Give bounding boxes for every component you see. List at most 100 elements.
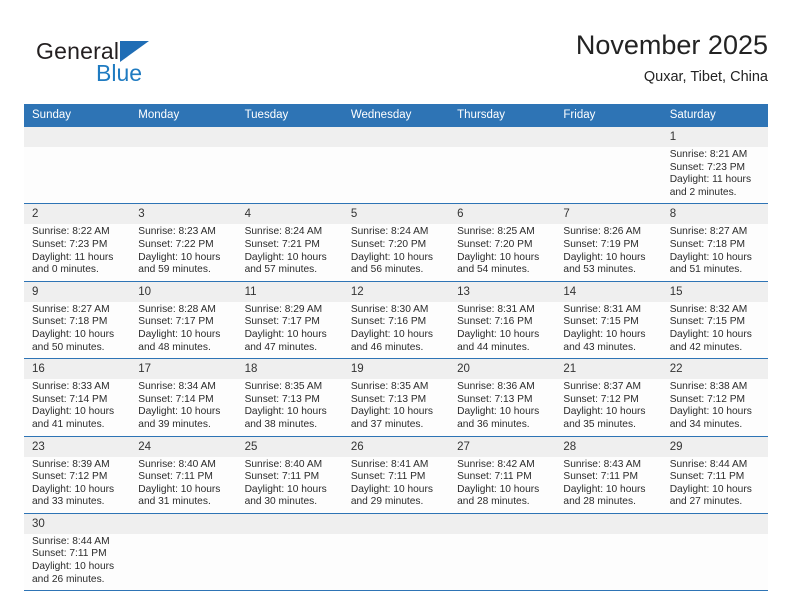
sunset-text: Sunset: 7:18 PM: [32, 316, 108, 328]
calendar-cell-inner: 24 Sunrise: 8:40 AM Sunset: 7:11 PM Dayligh…: [130, 436, 237, 513]
calendar-cell-inner: [449, 127, 556, 203]
calendar-day-cell[interactable]: 11 Sunrise: 8:29 AM Sunset: 7:17 PM Dayligh…: [236, 281, 343, 360]
logo-text-blue: Blue: [96, 60, 143, 86]
sunset-text: Sunset: 7:17 PM: [138, 316, 214, 328]
sunrise-text: Sunrise: 8:34 AM: [138, 381, 216, 393]
calendar-day-cell[interactable]: 19 Sunrise: 8:35 AM Sunset: 7:13 PM Dayligh…: [342, 358, 450, 437]
daylight-text-line2: and 44 minutes.: [457, 341, 530, 353]
calendar-day-cell[interactable]: 2 Sunrise: 8:22 AM Sunset: 7:23 PM Daylight…: [24, 203, 131, 282]
calendar-day-cell[interactable]: 30 Sunrise: 8:44 AM Sunset: 7:11 PM Dayligh…: [24, 513, 131, 592]
day-number: 1: [661, 127, 768, 147]
sunrise-text: Sunrise: 8:24 AM: [350, 226, 429, 238]
daylight-text-line1: Daylight: 10 hours: [32, 328, 115, 340]
sunrise-text: Sunrise: 8:38 AM: [669, 381, 748, 393]
day-detail: Sunrise: 8:35 AM Sunset: 7:13 PM Daylight:…: [237, 379, 343, 435]
calendar-day-cell[interactable]: 13 Sunrise: 8:31 AM Sunset: 7:16 PM Dayligh…: [449, 281, 556, 360]
calendar-day-cell[interactable]: 9 Sunrise: 8:27 AM Sunset: 7:18 PM Daylight…: [24, 281, 131, 360]
day-number: 5: [342, 204, 450, 225]
day-number: [24, 127, 131, 147]
daylight-text-line1: Daylight: 10 hours: [32, 483, 115, 495]
day-number: 25: [236, 436, 343, 457]
sunrise-text: Sunrise: 8:27 AM: [32, 303, 110, 315]
daylight-text-line1: Daylight: 10 hours: [32, 406, 115, 418]
calendar-day-cell[interactable]: 6 Sunrise: 8:25 AM Sunset: 7:20 PM Daylight…: [449, 203, 556, 282]
calendar-cell-inner: [24, 127, 131, 203]
day-number: 15: [661, 281, 768, 302]
daylight-text-line1: Daylight: 10 hours: [457, 483, 540, 495]
calendar-cell-inner: 27 Sunrise: 8:42 AM Sunset: 7:11 PM Dayligh…: [449, 436, 556, 513]
sunrise-text: Sunrise: 8:32 AM: [669, 303, 748, 315]
weekday-header-saturday: Saturday: [661, 104, 768, 127]
calendar-cell-empty: [449, 127, 556, 205]
general-blue-logo[interactable]: General Blue: [36, 38, 216, 94]
calendar-day-cell[interactable]: 15 Sunrise: 8:32 AM Sunset: 7:15 PM Dayligh…: [661, 281, 768, 360]
calendar-cell-inner: 13 Sunrise: 8:31 AM Sunset: 7:16 PM Dayligh…: [449, 281, 556, 358]
day-number: 30: [24, 513, 131, 534]
day-number: 17: [130, 359, 237, 380]
calendar-day-cell[interactable]: 18 Sunrise: 8:35 AM Sunset: 7:13 PM Dayligh…: [236, 358, 343, 437]
daylight-text-line2: and 28 minutes.: [563, 496, 636, 508]
day-detail: Sunrise: 8:41 AM Sunset: 7:11 PM Daylight:…: [343, 457, 449, 513]
day-detail: Sunrise: 8:28 AM Sunset: 7:17 PM Daylight:…: [130, 302, 236, 358]
calendar-day-cell[interactable]: 29 Sunrise: 8:44 AM Sunset: 7:11 PM Dayligh…: [661, 436, 768, 514]
calendar-cell-inner: 26 Sunrise: 8:41 AM Sunset: 7:11 PM Dayligh…: [342, 436, 450, 513]
calendar-day-cell[interactable]: 14 Sunrise: 8:31 AM Sunset: 7:15 PM Dayligh…: [555, 281, 662, 360]
sunset-text: Sunset: 7:13 PM: [457, 393, 533, 405]
daylight-text-line1: Daylight: 10 hours: [350, 483, 433, 495]
sunrise-text: Sunrise: 8:41 AM: [350, 458, 429, 470]
calendar-cell-inner: 9 Sunrise: 8:27 AM Sunset: 7:18 PM Daylight…: [24, 281, 131, 358]
calendar-day-cell[interactable]: 24 Sunrise: 8:40 AM Sunset: 7:11 PM Dayligh…: [130, 436, 237, 514]
daylight-text-line1: Daylight: 10 hours: [138, 406, 221, 418]
daylight-text-line2: and 39 minutes.: [138, 418, 211, 430]
daylight-text-line1: Daylight: 10 hours: [669, 251, 752, 263]
calendar-day-cell[interactable]: 1 Sunrise: 8:21 AM Sunset: 7:23 PM Daylight…: [661, 127, 768, 205]
sunset-text: Sunset: 7:11 PM: [244, 471, 320, 483]
sunrise-text: Sunrise: 8:30 AM: [350, 303, 429, 315]
calendar-day-cell[interactable]: 12 Sunrise: 8:30 AM Sunset: 7:16 PM Dayligh…: [342, 281, 450, 360]
calendar-day-cell[interactable]: 7 Sunrise: 8:26 AM Sunset: 7:19 PM Daylight…: [555, 203, 662, 282]
daylight-text-line1: Daylight: 10 hours: [563, 406, 646, 418]
calendar-day-cell[interactable]: 8 Sunrise: 8:27 AM Sunset: 7:18 PM Daylight…: [661, 203, 768, 282]
calendar-day-cell[interactable]: 28 Sunrise: 8:43 AM Sunset: 7:11 PM Dayligh…: [555, 436, 662, 514]
calendar-day-cell[interactable]: 25 Sunrise: 8:40 AM Sunset: 7:11 PM Dayligh…: [236, 436, 343, 514]
calendar-day-cell[interactable]: 26 Sunrise: 8:41 AM Sunset: 7:11 PM Dayligh…: [342, 436, 450, 514]
calendar-cell-empty: [130, 513, 237, 592]
calendar-day-cell[interactable]: 4 Sunrise: 8:24 AM Sunset: 7:21 PM Daylight…: [236, 203, 343, 282]
day-number: [236, 513, 343, 534]
daylight-text-line2: and 51 minutes.: [669, 264, 743, 276]
calendar-day-cell[interactable]: 10 Sunrise: 8:28 AM Sunset: 7:17 PM Dayligh…: [130, 281, 237, 360]
calendar-cell-inner: [555, 127, 662, 203]
daylight-text-line2: and 31 minutes.: [138, 496, 211, 508]
calendar-day-cell[interactable]: 17 Sunrise: 8:34 AM Sunset: 7:14 PM Dayligh…: [130, 358, 237, 437]
calendar-cell-inner: 28 Sunrise: 8:43 AM Sunset: 7:11 PM Dayligh…: [555, 436, 662, 513]
day-detail: Sunrise: 8:27 AM Sunset: 7:18 PM Daylight:…: [662, 224, 768, 280]
calendar-day-cell[interactable]: 16 Sunrise: 8:33 AM Sunset: 7:14 PM Dayligh…: [24, 358, 131, 437]
day-detail: Sunrise: 8:31 AM Sunset: 7:15 PM Daylight:…: [555, 302, 661, 358]
calendar-day-cell[interactable]: 21 Sunrise: 8:37 AM Sunset: 7:12 PM Dayligh…: [555, 358, 662, 437]
sunset-text: Sunset: 7:11 PM: [563, 471, 638, 483]
daylight-text-line1: Daylight: 10 hours: [244, 251, 327, 263]
day-number: 8: [661, 204, 768, 225]
calendar-day-cell[interactable]: 20 Sunrise: 8:36 AM Sunset: 7:13 PM Dayligh…: [449, 358, 556, 437]
calendar-cell-inner: [449, 513, 556, 590]
calendar-day-cell[interactable]: 5 Sunrise: 8:24 AM Sunset: 7:20 PM Daylight…: [342, 203, 450, 282]
sunset-text: Sunset: 7:11 PM: [457, 471, 532, 483]
daylight-text-line1: Daylight: 11 hours: [669, 174, 752, 186]
daylight-text-line2: and 43 minutes.: [563, 341, 636, 353]
sunrise-text: Sunrise: 8:35 AM: [350, 381, 429, 393]
calendar-day-cell[interactable]: 27 Sunrise: 8:42 AM Sunset: 7:11 PM Dayligh…: [449, 436, 556, 514]
calendar-cell-inner: 18 Sunrise: 8:35 AM Sunset: 7:13 PM Dayligh…: [236, 359, 343, 435]
sunset-text: Sunset: 7:12 PM: [669, 393, 746, 405]
calendar-cell-inner: 7 Sunrise: 8:26 AM Sunset: 7:19 PM Daylight…: [555, 204, 662, 280]
calendar-day-cell[interactable]: 3 Sunrise: 8:23 AM Sunset: 7:22 PM Daylight…: [130, 203, 237, 282]
daylight-text-line1: Daylight: 10 hours: [244, 483, 327, 495]
day-detail: Sunrise: 8:25 AM Sunset: 7:20 PM Daylight:…: [449, 224, 555, 280]
calendar-cell-empty: [449, 513, 556, 592]
daylight-text-line1: Daylight: 10 hours: [457, 406, 540, 418]
calendar-cell-empty: [555, 127, 662, 205]
day-detail: Sunrise: 8:40 AM Sunset: 7:11 PM Daylight:…: [130, 457, 236, 513]
calendar-cell-inner: 21 Sunrise: 8:37 AM Sunset: 7:12 PM Dayligh…: [555, 359, 662, 435]
calendar-day-cell[interactable]: 22 Sunrise: 8:38 AM Sunset: 7:12 PM Dayligh…: [661, 358, 768, 437]
daylight-text-line1: Daylight: 10 hours: [563, 483, 646, 495]
calendar-day-cell[interactable]: 23 Sunrise: 8:39 AM Sunset: 7:12 PM Dayligh…: [24, 436, 131, 514]
